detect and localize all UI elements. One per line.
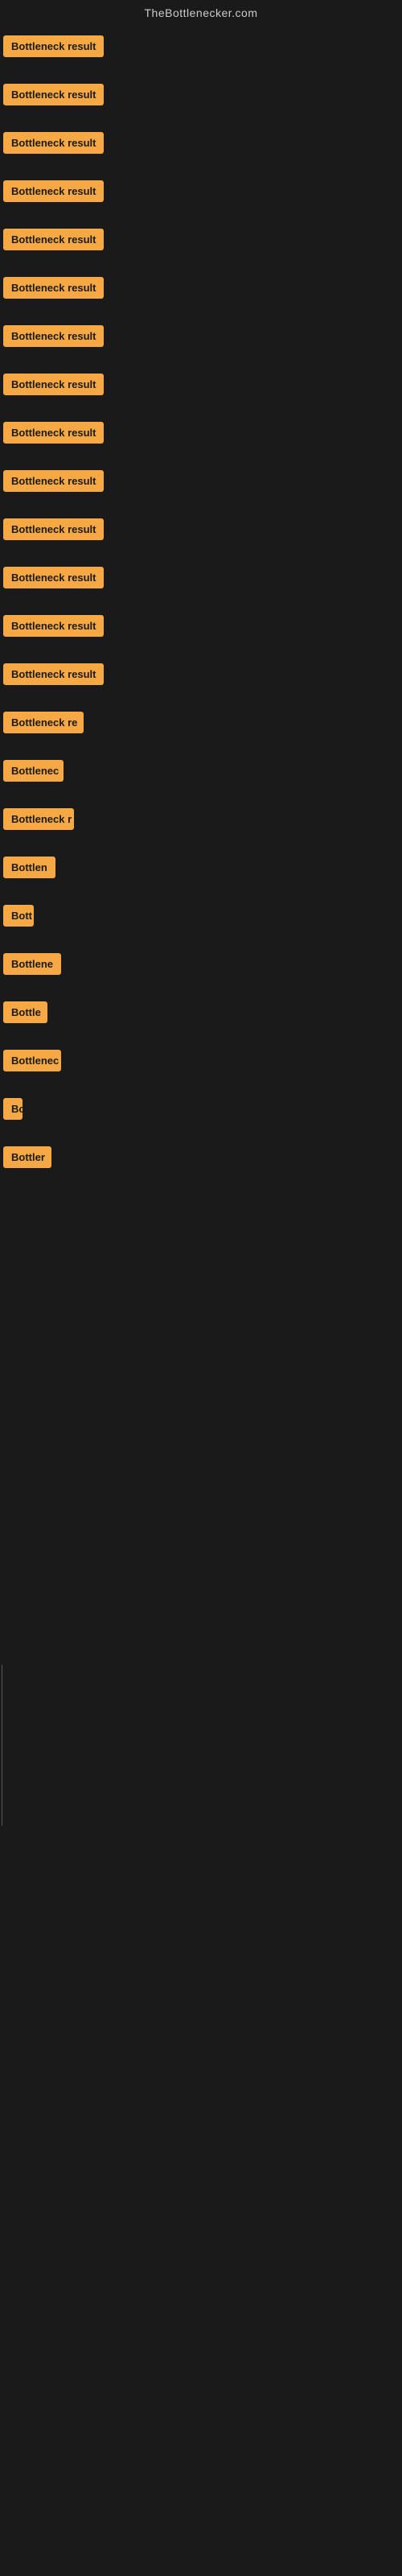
bottleneck-row-1: Bottleneck result (0, 23, 402, 71)
bottleneck-row-12: Bottleneck result (0, 554, 402, 602)
bottleneck-row-16: Bottlenec (0, 747, 402, 795)
bottleneck-row-10: Bottleneck result (0, 457, 402, 506)
bottleneck-item-8[interactable]: Bottleneck result (3, 374, 104, 395)
bottleneck-item-24[interactable]: Bottler (3, 1146, 51, 1168)
bottleneck-item-13[interactable]: Bottleneck result (3, 615, 104, 637)
bottleneck-row-3: Bottleneck result (0, 119, 402, 167)
bottleneck-row-9: Bottleneck result (0, 409, 402, 457)
bottleneck-list: Bottleneck result Bottleneck result Bottle… (0, 23, 402, 1182)
bottleneck-row-17: Bottleneck r (0, 795, 402, 844)
bottleneck-item-15[interactable]: Bottleneck re (3, 712, 84, 733)
bottleneck-item-19[interactable]: Bott (3, 905, 34, 927)
bottleneck-item-2[interactable]: Bottleneck result (3, 84, 104, 105)
bottleneck-row-20: Bottlene (0, 940, 402, 989)
bottleneck-item-12[interactable]: Bottleneck result (3, 567, 104, 588)
site-title: TheBottlenecker.com (0, 0, 402, 23)
bottleneck-item-1[interactable]: Bottleneck result (3, 35, 104, 57)
bottleneck-item-20[interactable]: Bottlene (3, 953, 61, 975)
bottleneck-item-16[interactable]: Bottlenec (3, 760, 64, 782)
bottleneck-row-15: Bottleneck re (0, 699, 402, 747)
bottleneck-item-6[interactable]: Bottleneck result (3, 277, 104, 299)
bottleneck-item-5[interactable]: Bottleneck result (3, 229, 104, 250)
bottleneck-row-21: Bottle (0, 989, 402, 1037)
bottleneck-row-18: Bottlen (0, 844, 402, 892)
bottleneck-item-17[interactable]: Bottleneck r (3, 808, 74, 830)
bottleneck-item-23[interactable]: Bo (3, 1098, 23, 1120)
bottleneck-item-11[interactable]: Bottleneck result (3, 518, 104, 540)
bottleneck-item-4[interactable]: Bottleneck result (3, 180, 104, 202)
bottleneck-item-14[interactable]: Bottleneck result (3, 663, 104, 685)
bottleneck-row-4: Bottleneck result (0, 167, 402, 216)
bottleneck-item-21[interactable]: Bottle (3, 1001, 47, 1023)
bottleneck-row-14: Bottleneck result (0, 650, 402, 699)
bottleneck-item-18[interactable]: Bottlen (3, 857, 55, 878)
bottleneck-row-8: Bottleneck result (0, 361, 402, 409)
bottleneck-item-10[interactable]: Bottleneck result (3, 470, 104, 492)
bottleneck-row-5: Bottleneck result (0, 216, 402, 264)
bottleneck-row-7: Bottleneck result (0, 312, 402, 361)
bottleneck-item-3[interactable]: Bottleneck result (3, 132, 104, 154)
bottleneck-row-19: Bott (0, 892, 402, 940)
bottleneck-row-22: Bottlenec (0, 1037, 402, 1085)
bottleneck-row-13: Bottleneck result (0, 602, 402, 650)
bottleneck-row-11: Bottleneck result (0, 506, 402, 554)
bottleneck-row-6: Bottleneck result (0, 264, 402, 312)
bottleneck-row-23: Bo (0, 1085, 402, 1133)
bottleneck-item-22[interactable]: Bottlenec (3, 1050, 61, 1071)
bottleneck-item-9[interactable]: Bottleneck result (3, 422, 104, 444)
bottleneck-row-2: Bottleneck result (0, 71, 402, 119)
bottom-section (0, 1182, 402, 2148)
bottleneck-item-7[interactable]: Bottleneck result (3, 325, 104, 347)
bottleneck-row-24: Bottler (0, 1133, 402, 1182)
